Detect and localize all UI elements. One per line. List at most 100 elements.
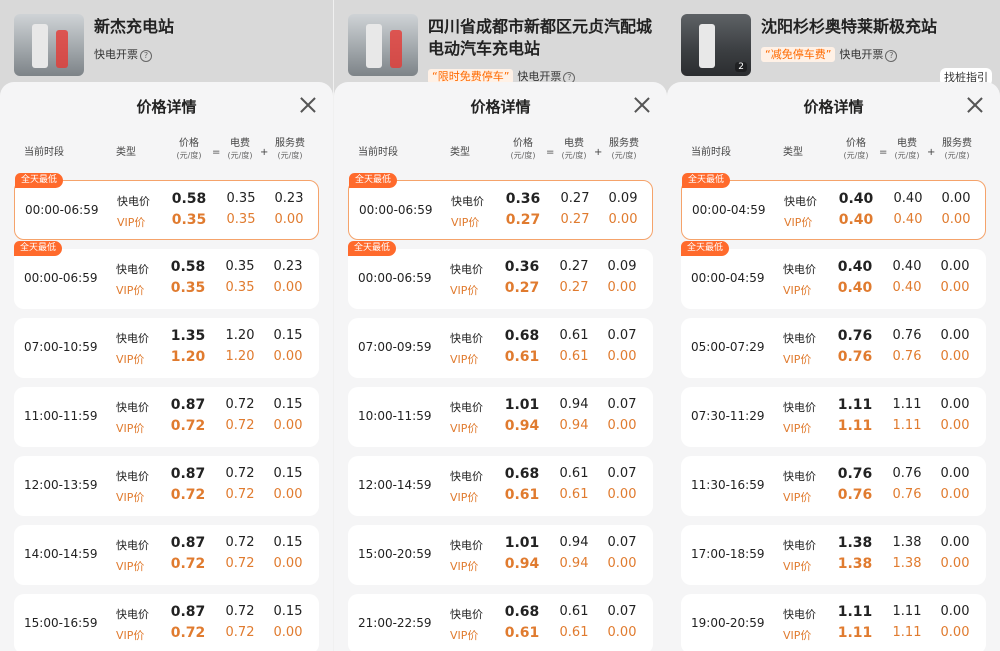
vip-price-label: VIP价 [450, 284, 479, 297]
price-row[interactable]: 11:30-16:59 快电价 VIP价 0.76 0.76 0.76 0.76 0.00 0.… [681, 456, 986, 516]
price-row[interactable]: 全天最低 00:00-04:59 快电价 VIP价 0.40 0.40 0.40 0.40 0.… [681, 173, 986, 240]
price-detail-sheet: 价格详情 当前时段 类型 价格 (元/度) 电费 (元/度) 服务费 (元/度) = + 全天最低 00… [0, 82, 333, 651]
electricity-fee: 0.72 [225, 535, 255, 550]
price-row[interactable]: 07:00-09:59 快电价 VIP价 0.68 0.61 0.61 0.61 0.07 0.… [348, 318, 653, 378]
vip-price-label: VIP价 [450, 560, 479, 573]
header-price-unit: (元/度) [510, 151, 536, 160]
vip-service-fee: 0.00 [273, 556, 303, 571]
vip-electricity-fee: 1.20 [225, 349, 255, 364]
vip-electricity-fee: 0.61 [559, 487, 589, 502]
sheet-title: 价格详情 [470, 98, 531, 116]
vip-electricity-fee: 0.27 [559, 280, 589, 295]
price-row[interactable]: 19:00-20:59 快电价 VIP价 1.11 1.11 1.11 1.11 0.00 0.… [681, 594, 986, 651]
total-price: 0.36 [505, 191, 541, 207]
price-detail-sheet: 价格详情 当前时段 类型 价格 (元/度) 电费 (元/度) 服务费 (元/度) = + 全天最低 00… [667, 82, 1000, 651]
price-row[interactable]: 14:00-14:59 快电价 VIP价 0.87 0.72 0.72 0.72 0.15 0.… [14, 525, 319, 585]
vip-service-fee: 0.00 [274, 212, 304, 227]
total-price: 0.87 [170, 535, 206, 551]
vip-electricity-fee: 1.11 [892, 625, 922, 640]
price-row[interactable]: 15:00-16:59 快电价 VIP价 0.87 0.72 0.72 0.72 0.15 0.… [14, 594, 319, 651]
header-price: 价格 (元/度) [837, 138, 875, 162]
electricity-fee: 0.76 [892, 328, 922, 343]
time-slot: 00:00-06:59 [24, 271, 98, 285]
price-row[interactable]: 12:00-14:59 快电价 VIP价 0.68 0.61 0.61 0.61 0.07 0.… [348, 456, 653, 516]
price-row[interactable]: 17:00-18:59 快电价 VIP价 1.38 1.38 1.38 1.38 0.00 0.… [681, 525, 986, 585]
price-row[interactable]: 07:30-11:29 快电价 VIP价 1.11 1.11 1.11 1.11 0.00 0.… [681, 387, 986, 447]
price-row[interactable]: 21:00-22:59 快电价 VIP价 0.68 0.61 0.61 0.61 0.07 0.… [348, 594, 653, 651]
vip-electricity-fee: 0.61 [559, 349, 589, 364]
station-photo[interactable] [348, 14, 418, 76]
price-row[interactable]: 全天最低 00:00-04:59 快电价 VIP价 0.40 0.40 0.40 0.40 0.… [681, 241, 986, 309]
fast-price-label: 快电价 [116, 263, 149, 276]
service-fee: 0.23 [273, 259, 303, 274]
vip-electricity-fee: 0.94 [559, 556, 589, 571]
price-row[interactable]: 全天最低 00:00-06:59 快电价 VIP价 0.36 0.27 0.27 0.27 0.… [348, 173, 653, 240]
electricity-fee: 0.61 [559, 604, 589, 619]
vip-price-label: VIP价 [783, 353, 812, 366]
price-row[interactable]: 12:00-13:59 快电价 VIP价 0.87 0.72 0.72 0.72 0.15 0.… [14, 456, 319, 516]
header-time: 当前时段 [24, 147, 64, 158]
service-fee: 0.00 [940, 328, 970, 343]
total-price: 0.87 [170, 466, 206, 482]
vip-service-fee: 0.00 [607, 418, 637, 433]
price-row[interactable]: 10:00-11:59 快电价 VIP价 1.01 0.94 0.94 0.94 0.07 0.… [348, 387, 653, 447]
help-icon[interactable]: ? [140, 50, 152, 62]
total-price: 0.40 [838, 191, 874, 207]
vip-electricity-fee: 0.35 [226, 212, 256, 227]
price-row[interactable]: 07:00-10:59 快电价 VIP价 1.35 1.20 1.20 1.20 0.15 0.… [14, 318, 319, 378]
vip-total-price: 0.72 [170, 487, 206, 503]
total-price: 0.68 [504, 604, 540, 620]
fast-price-label: 快电价 [783, 539, 816, 552]
station-photo[interactable] [14, 14, 84, 76]
close-icon[interactable] [633, 96, 651, 114]
header-price: 价格 (元/度) [504, 138, 542, 162]
time-slot: 19:00-20:59 [691, 616, 765, 630]
service-fee: 0.15 [273, 397, 303, 412]
vip-total-price: 0.61 [504, 487, 540, 503]
close-icon[interactable] [966, 96, 984, 114]
total-price: 0.87 [170, 397, 206, 413]
electricity-fee: 1.11 [892, 397, 922, 412]
total-price: 0.87 [170, 604, 206, 620]
price-row[interactable]: 05:00-07:29 快电价 VIP价 0.76 0.76 0.76 0.76 0.00 0.… [681, 318, 986, 378]
service-fee: 0.07 [607, 604, 637, 619]
charger-graphic [390, 30, 402, 68]
time-slot: 00:00-04:59 [691, 271, 765, 285]
time-slot: 00:00-04:59 [692, 203, 766, 217]
time-slot: 00:00-06:59 [25, 203, 99, 217]
service-fee: 0.15 [273, 466, 303, 481]
vip-electricity-fee: 0.40 [893, 212, 923, 227]
lowest-of-day-badge: 全天最低 [14, 241, 63, 256]
vip-service-fee: 0.00 [607, 280, 637, 295]
vip-price-label: VIP价 [451, 216, 480, 229]
electricity-fee: 1.11 [892, 604, 922, 619]
total-price: 1.01 [504, 535, 540, 551]
price-row[interactable]: 15:00-20:59 快电价 VIP价 1.01 0.94 0.94 0.94 0.07 0.… [348, 525, 653, 585]
time-slot: 00:00-06:59 [358, 271, 432, 285]
price-row[interactable]: 全天最低 00:00-06:59 快电价 VIP价 0.58 0.35 0.35 0.35 0.… [14, 173, 319, 240]
vip-price-label: VIP价 [450, 491, 479, 504]
time-slot: 15:00-16:59 [24, 616, 98, 630]
electricity-fee: 0.72 [225, 604, 255, 619]
close-icon[interactable] [299, 96, 317, 114]
electricity-fee: 0.35 [226, 191, 256, 206]
electricity-fee: 0.94 [559, 397, 589, 412]
time-slot: 07:00-10:59 [24, 340, 98, 354]
time-slot: 17:00-18:59 [691, 547, 765, 561]
vip-price-label: VIP价 [116, 422, 145, 435]
service-fee: 0.07 [607, 328, 637, 343]
vip-service-fee: 0.00 [273, 418, 303, 433]
station-photo[interactable]: 2 [681, 14, 751, 76]
price-row[interactable]: 全天最低 00:00-06:59 快电价 VIP价 0.58 0.35 0.35 0.35 0.… [14, 241, 319, 309]
time-slot: 21:00-22:59 [358, 616, 432, 630]
header-svc: 服务费 (元/度) [266, 138, 314, 162]
vip-electricity-fee: 0.35 [225, 280, 255, 295]
header-svc: 服务费 (元/度) [600, 138, 648, 162]
help-icon[interactable]: ? [885, 50, 898, 62]
vip-electricity-fee: 1.38 [892, 556, 922, 571]
price-row[interactable]: 全天最低 00:00-06:59 快电价 VIP价 0.36 0.27 0.27 0.27 0.… [348, 241, 653, 309]
total-price: 0.58 [171, 191, 207, 207]
service-fee: 0.07 [607, 535, 637, 550]
header-price-unit: (元/度) [176, 151, 202, 160]
price-row[interactable]: 11:00-11:59 快电价 VIP价 0.87 0.72 0.72 0.72 0.15 0.… [14, 387, 319, 447]
